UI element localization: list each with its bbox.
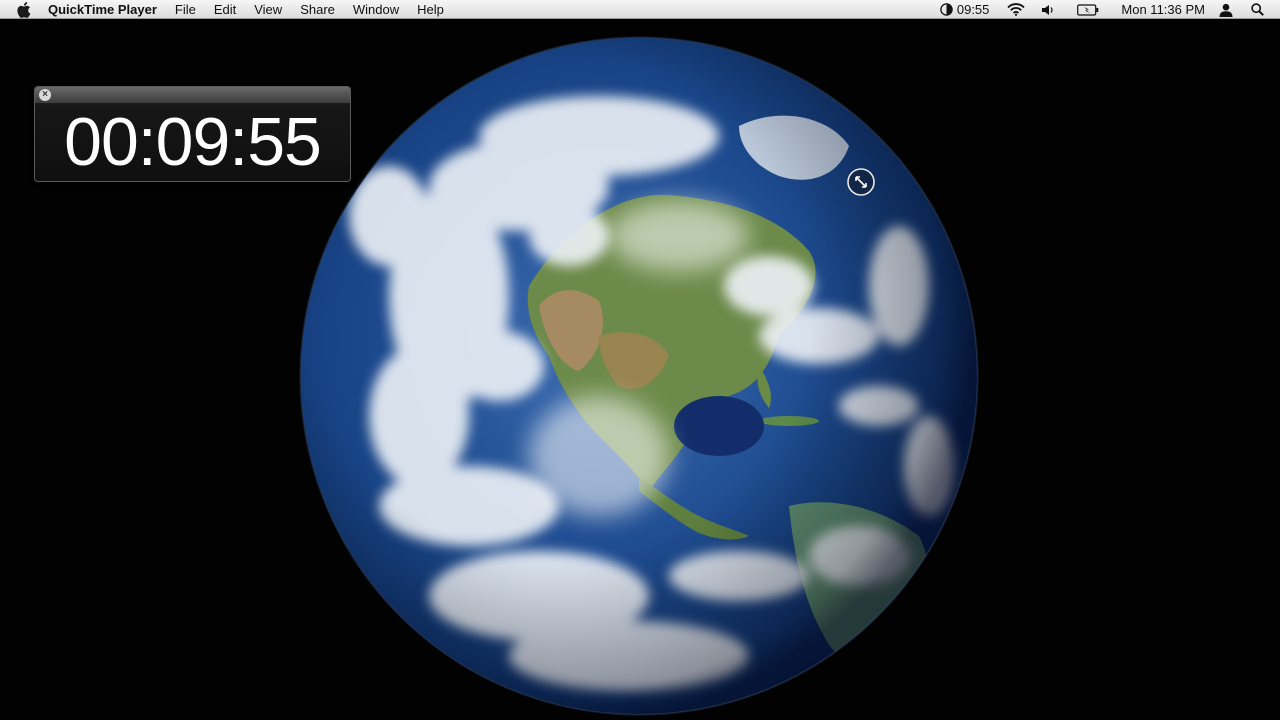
desktop: QuickTime Player File Edit View Share Wi… [0, 0, 1280, 720]
datetime-text[interactable]: Mon 11:36 PM [1121, 0, 1205, 19]
menu-file[interactable]: File [166, 0, 205, 19]
earth-image [299, 36, 979, 716]
search-icon[interactable] [1251, 3, 1264, 16]
menu-window[interactable]: Window [344, 0, 408, 19]
clock-text: 09:55 [956, 2, 990, 17]
timer-titlebar[interactable]: × [35, 87, 350, 103]
user-icon[interactable] [1219, 3, 1233, 17]
close-icon[interactable]: × [39, 89, 51, 101]
battery-icon[interactable] [1077, 3, 1099, 16]
menu-view[interactable]: View [245, 0, 291, 19]
status-clock-item[interactable]: 09:55 [940, 0, 990, 19]
menu-edit[interactable]: Edit [205, 0, 245, 19]
wifi-icon[interactable] [1007, 3, 1026, 16]
menu-bar: QuickTime Player File Edit View Share Wi… [0, 0, 1280, 19]
timer-window: × 00:09:55 [34, 86, 351, 182]
timer-display: 00:09:55 [64, 104, 322, 180]
menu-app-name[interactable]: QuickTime Player [48, 0, 166, 19]
menu-help[interactable]: Help [408, 0, 453, 19]
resize-cursor-icon [846, 167, 876, 197]
volume-icon[interactable] [1041, 4, 1055, 16]
menu-share[interactable]: Share [291, 0, 344, 19]
clock-icon [940, 3, 953, 16]
apple-logo-icon[interactable] [17, 0, 31, 19]
